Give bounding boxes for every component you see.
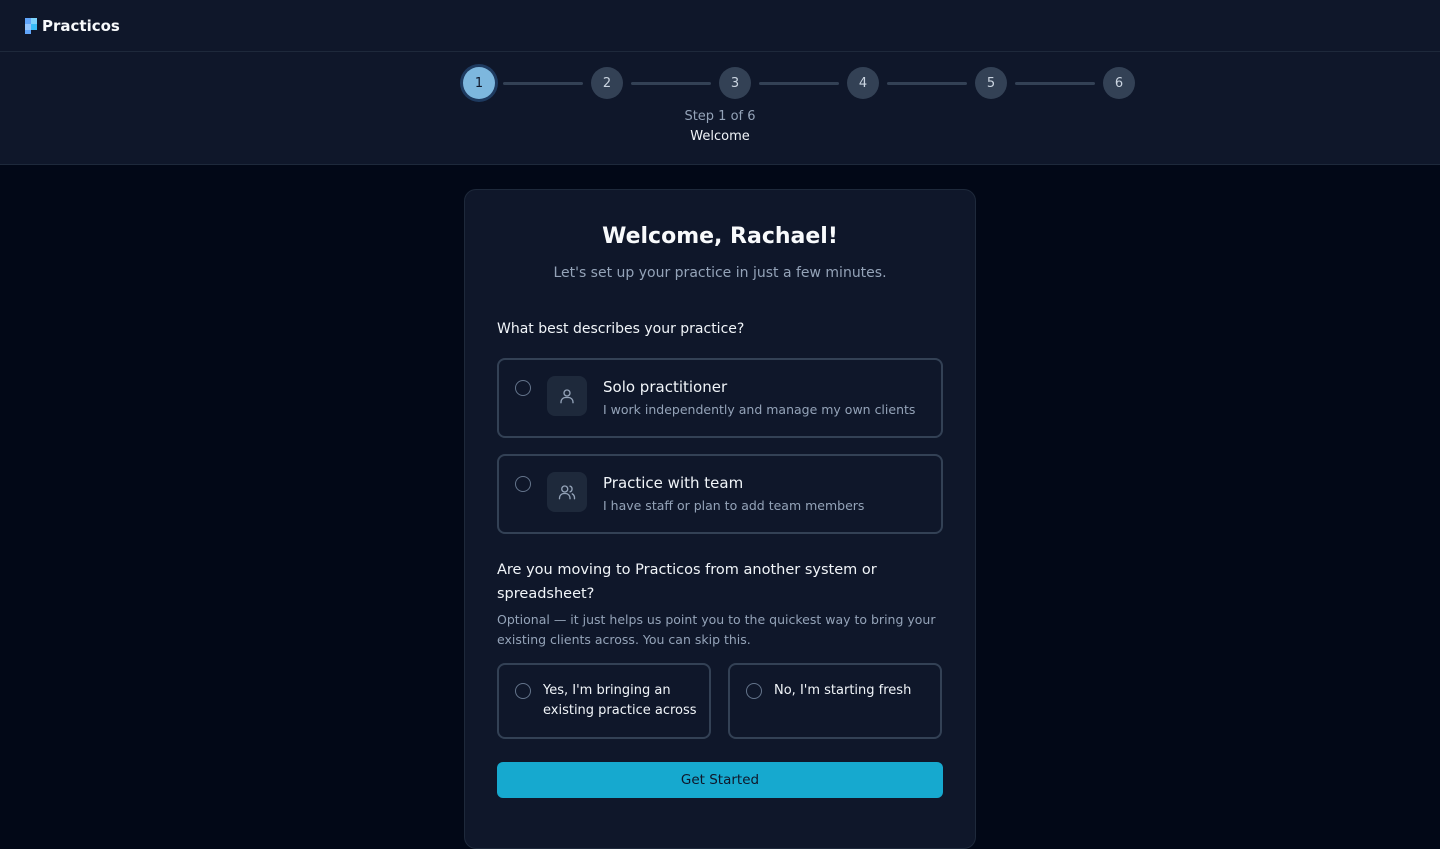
step-connector bbox=[887, 81, 967, 85]
step-title: Welcome bbox=[690, 129, 750, 144]
step-connector bbox=[759, 81, 839, 85]
users-icon bbox=[547, 472, 587, 512]
progress-stepper: 1 2 3 4 5 6 Step 1 of 6 Welcome bbox=[0, 52, 1440, 165]
option-starting-fresh[interactable]: No, I'm starting fresh bbox=[728, 663, 942, 739]
step-5: 5 bbox=[975, 67, 1007, 99]
option-practice-with-team[interactable]: Practice with team I have staff or plan … bbox=[497, 454, 943, 534]
logo-icon bbox=[24, 17, 38, 35]
radio-button[interactable] bbox=[515, 476, 531, 492]
app-name: Practicos bbox=[42, 16, 120, 35]
option-label: No, I'm starting fresh bbox=[774, 683, 912, 698]
top-bar: Practicos bbox=[0, 0, 1440, 52]
option-description: I work independently and manage my own c… bbox=[603, 402, 916, 417]
step-3: 3 bbox=[719, 67, 751, 99]
step-connector bbox=[1015, 81, 1095, 85]
option-description: I have staff or plan to add team members bbox=[603, 498, 865, 513]
step-6: 6 bbox=[1103, 67, 1135, 99]
step-1: 1 bbox=[463, 67, 495, 99]
step-2: 2 bbox=[591, 67, 623, 99]
option-solo-practitioner[interactable]: Solo practitioner I work independently a… bbox=[497, 358, 943, 438]
radio-button[interactable] bbox=[515, 380, 531, 396]
option-label: Yes, I'm bringing an existing practice a… bbox=[543, 683, 697, 718]
step-connector bbox=[503, 81, 583, 85]
option-title: Practice with team bbox=[603, 474, 744, 492]
step-caption: Step 1 of 6 bbox=[684, 109, 756, 124]
practice-type-question: What best describes your practice? bbox=[497, 321, 745, 337]
radio-button[interactable] bbox=[515, 683, 531, 699]
radio-button[interactable] bbox=[746, 683, 762, 699]
welcome-title: Welcome, Rachael! bbox=[602, 224, 838, 249]
option-bringing-existing-practice[interactable]: Yes, I'm bringing an existing practice a… bbox=[497, 663, 711, 739]
option-title: Solo practitioner bbox=[603, 378, 728, 396]
step-connector bbox=[631, 81, 711, 85]
get-started-button[interactable]: Get Started bbox=[497, 762, 943, 798]
migration-help-text: Optional — it just helps us point you to… bbox=[497, 612, 936, 647]
app-logo[interactable]: Practicos bbox=[24, 17, 120, 35]
migration-question: Are you moving to Practicos from another… bbox=[497, 562, 877, 602]
user-icon bbox=[547, 376, 587, 416]
welcome-subtitle: Let's set up your practice in just a few… bbox=[553, 265, 887, 281]
step-4: 4 bbox=[847, 67, 879, 99]
welcome-card: Welcome, Rachael! Let's set up your prac… bbox=[464, 189, 976, 849]
step-list: 1 2 3 4 5 6 bbox=[463, 67, 1135, 99]
